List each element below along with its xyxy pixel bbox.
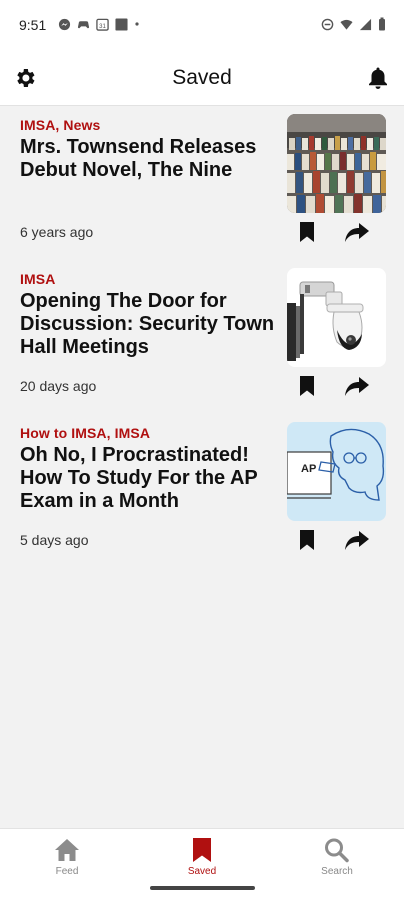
- share-icon[interactable]: [344, 375, 370, 397]
- share-icon[interactable]: [344, 221, 370, 243]
- status-left-icons: 31: [58, 17, 140, 31]
- article-time: 20 days ago: [20, 378, 97, 394]
- article-tags[interactable]: IMSA: [20, 271, 282, 287]
- article-thumbnail-ap-exam[interactable]: AP: [287, 422, 386, 521]
- nav-label-search: Search: [321, 866, 353, 877]
- article-time: 5 days ago: [20, 532, 89, 548]
- home-icon: [55, 839, 79, 861]
- bookmark-icon: [193, 838, 211, 862]
- nav-item-feed[interactable]: Feed: [0, 829, 134, 900]
- article-title[interactable]: Opening The Door for Discussion: Securit…: [20, 290, 282, 359]
- article-card[interactable]: IMSA, News Mrs. Townsend Releases Debut …: [0, 106, 404, 260]
- article-time: 6 years ago: [20, 224, 94, 240]
- article-thumbnail-security-camera[interactable]: [287, 268, 386, 367]
- status-time: 9:51: [19, 17, 47, 33]
- bookmark-icon[interactable]: [297, 375, 317, 397]
- dot-icon: [135, 22, 139, 26]
- ap-exam-illustration-image: AP: [287, 422, 386, 521]
- game-controller-icon: [77, 20, 90, 28]
- bell-icon[interactable]: [366, 65, 390, 91]
- home-indicator[interactable]: [150, 886, 255, 890]
- article-text: IMSA Opening The Door for Discussion: Se…: [20, 271, 282, 359]
- article-tags[interactable]: How to IMSA, IMSA: [20, 425, 282, 441]
- messenger-icon: [58, 18, 71, 30]
- ap-thumbnail-text: AP: [301, 463, 316, 475]
- bookmark-icon[interactable]: [297, 221, 317, 243]
- security-camera-image: [287, 268, 386, 367]
- app-header: Saved: [0, 50, 404, 106]
- nav-label-feed: Feed: [55, 866, 79, 877]
- article-card[interactable]: How to IMSA, IMSA Oh No, I Procrastinate…: [0, 414, 404, 568]
- article-text: How to IMSA, IMSA Oh No, I Procrastinate…: [20, 425, 282, 513]
- app-square-icon: [115, 17, 128, 31]
- svg-text:31: 31: [99, 23, 106, 29]
- nav-item-search[interactable]: Search: [270, 829, 404, 900]
- bookstore-books-image: [287, 114, 386, 213]
- wifi-icon: [340, 19, 353, 30]
- article-title[interactable]: Mrs. Townsend Releases Debut Novel, The …: [20, 136, 282, 182]
- article-title[interactable]: Oh No, I Procrastinated! How To Study Fo…: [20, 444, 282, 513]
- article-tags[interactable]: IMSA, News: [20, 117, 282, 133]
- nav-label-saved: Saved: [187, 866, 217, 877]
- battery-icon: [379, 17, 385, 31]
- bookmark-icon[interactable]: [297, 529, 317, 551]
- signal-icon: [359, 18, 372, 30]
- do-not-disturb-icon: [321, 18, 334, 30]
- article-thumbnail-books[interactable]: [287, 114, 386, 213]
- calendar-icon: 31: [96, 18, 109, 31]
- article-text: IMSA, News Mrs. Townsend Releases Debut …: [20, 117, 282, 182]
- article-card[interactable]: IMSA Opening The Door for Discussion: Se…: [0, 260, 404, 414]
- status-bar: 9:51 31: [0, 0, 404, 50]
- saved-articles-list: IMSA, News Mrs. Townsend Releases Debut …: [0, 106, 404, 568]
- search-icon: [325, 838, 349, 863]
- page-title: Saved: [172, 66, 232, 89]
- status-right-icons: [321, 17, 386, 31]
- share-icon[interactable]: [344, 529, 370, 551]
